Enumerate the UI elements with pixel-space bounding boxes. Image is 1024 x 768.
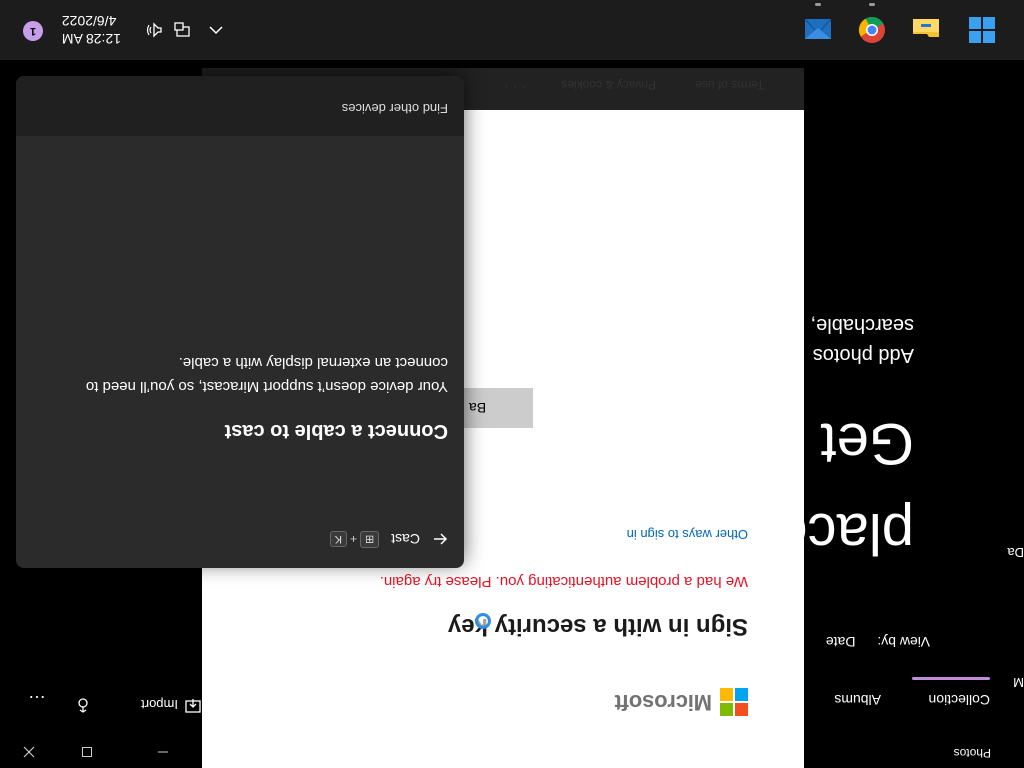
clock-date: 4/6/2022 — [61, 13, 117, 29]
tab-albums[interactable]: Albums — [834, 692, 881, 708]
tray-overflow-button[interactable] — [204, 18, 228, 42]
cast-flyout: Cast ⊞ + K Connect a cable to cast Your de… — [16, 76, 464, 568]
chrome-button[interactable] — [854, 12, 890, 48]
logo-square-yellow — [720, 688, 733, 701]
network-button[interactable] — [170, 18, 194, 42]
back-button[interactable]: Ba — [463, 388, 533, 428]
volume-icon — [146, 22, 162, 38]
maximize-button[interactable] — [64, 736, 110, 768]
chevron-up-icon — [209, 26, 223, 35]
cast-title: Cast — [391, 531, 420, 548]
maximize-icon — [82, 747, 92, 757]
arrow-left-icon — [434, 533, 448, 546]
view-by[interactable]: View by: Date — [826, 634, 930, 650]
notification-badge[interactable]: 1 — [23, 21, 43, 41]
chrome-icon — [858, 16, 885, 43]
windows-start-icon — [969, 17, 995, 43]
cast-heading: Connect a cable to cast — [224, 420, 448, 442]
mouse-cursor-icon — [475, 613, 491, 629]
hero-sub-line1: Add photos — [812, 344, 914, 366]
find-other-devices-link[interactable]: Find other devices — [342, 101, 448, 116]
mail-icon — [804, 18, 832, 39]
network-icon — [174, 22, 190, 37]
logo-square-green — [720, 703, 733, 716]
shortcut-key: K — [329, 531, 347, 548]
file-explorer-button[interactable] — [908, 12, 944, 48]
clock[interactable]: 12:28 AM 4/6/2022 — [62, 12, 121, 48]
clock-time: 12:28 AM — [61, 31, 121, 47]
minimize-icon — [158, 751, 168, 753]
pen-sparkle-icon — [78, 698, 88, 713]
import-label: Import — [141, 697, 178, 713]
logo-square-blue — [735, 688, 748, 701]
side-partial-text-m: M — [1013, 675, 1024, 690]
view-by-value: Date — [825, 634, 856, 650]
more-options-button[interactable]: … — [28, 691, 46, 712]
minimize-button[interactable] — [140, 736, 186, 768]
cast-header: Cast ⊞ + K — [329, 531, 448, 548]
folder-icon — [913, 19, 939, 37]
tab-selected-indicator — [912, 677, 990, 680]
editor-button[interactable] — [74, 696, 92, 714]
microsoft-logo: Microsoft — [615, 688, 748, 716]
taskbar: 12:28 AM 4/6/2022 1 — [0, 0, 1024, 60]
error-message: We had a problem authenticating you. Ple… — [379, 573, 748, 590]
view-by-label: View by: — [877, 634, 930, 650]
import-icon — [185, 699, 201, 713]
back-button-label: Ba — [469, 400, 487, 416]
back-button[interactable] — [432, 532, 448, 548]
mail-button[interactable] — [800, 12, 836, 48]
running-indicator — [869, 3, 875, 6]
signin-heading: Sign in with a security key — [447, 613, 748, 640]
footer-more-button[interactable]: · · · — [504, 80, 526, 96]
side-partial-text: Da — [1007, 545, 1024, 560]
running-indicator — [815, 3, 821, 6]
windows-key-icon: ⊞ — [359, 531, 380, 548]
cast-footer: Find other devices — [16, 76, 464, 136]
microsoft-logo-icon — [720, 688, 748, 716]
hero-sub-line2: searchable, — [810, 314, 914, 336]
start-button[interactable] — [964, 12, 1000, 48]
import-button[interactable]: Import — [141, 696, 202, 714]
privacy-link[interactable]: Privacy & cookies — [561, 78, 656, 92]
volume-button[interactable] — [142, 18, 166, 42]
tab-collection[interactable]: Collection — [929, 692, 990, 708]
cast-body: Your device doesn’t support Miracast, so… — [85, 354, 448, 395]
brand-name: Microsoft — [614, 690, 712, 715]
terms-link[interactable]: Terms of use — [695, 78, 764, 92]
photos-app-title: Photos — [953, 746, 991, 760]
close-icon — [23, 746, 35, 758]
cast-shortcut: ⊞ + K — [329, 531, 380, 548]
logo-square-red — [735, 703, 748, 716]
other-ways-link[interactable]: Other ways to sign in — [627, 527, 748, 542]
